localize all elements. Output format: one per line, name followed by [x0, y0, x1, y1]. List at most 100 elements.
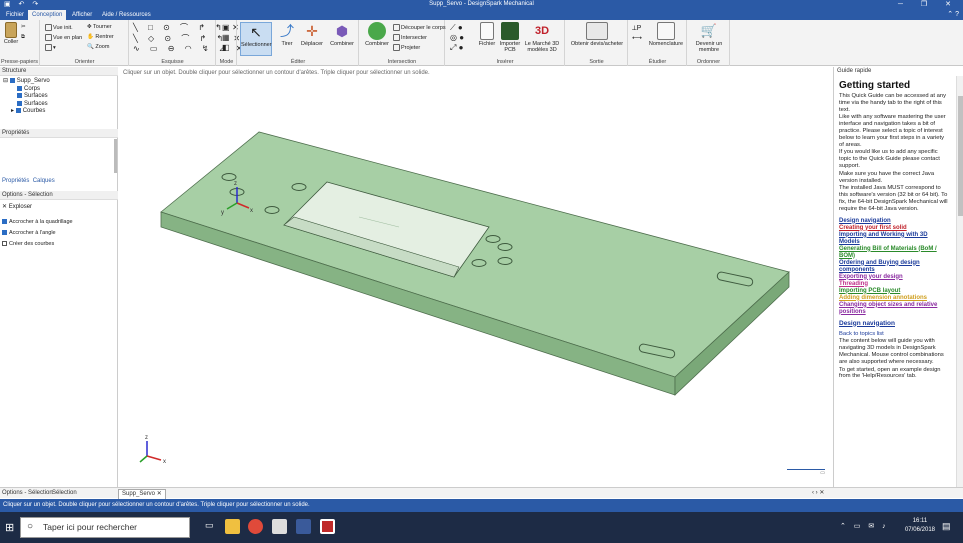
properties-tabs[interactable]: Propriétés Calques	[2, 178, 55, 184]
properties-scrollbar[interactable]	[114, 139, 117, 173]
cart-icon: 🛒	[700, 23, 718, 38]
axis-label-x: x	[250, 208, 253, 214]
insert-small-icons[interactable]: ⟋ ● ◎ ● ⤢ ●	[450, 23, 464, 53]
tree-root[interactable]: ⊟ Supp_Servo	[3, 78, 50, 86]
search-icon: ○	[27, 521, 34, 532]
bom-button[interactable]: Nomenclature	[647, 22, 685, 47]
scrollbar-thumb[interactable]	[958, 96, 963, 216]
option-snap-angle[interactable]: Accrocher à l'angle	[2, 228, 73, 239]
guide-link-dimensions[interactable]: Adding dimension annotations	[839, 295, 949, 302]
tree-item-corps[interactable]: Corps	[3, 85, 50, 94]
window-controls[interactable]: ─ ❐ ✕	[898, 0, 959, 9]
quick-guide-scrollbar[interactable]	[956, 76, 963, 487]
tab-conception[interactable]: Conception	[28, 10, 67, 20]
paste-button[interactable]: Coller	[2, 22, 20, 45]
status-bar: Cliquer sur un objet. Double cliquer pou…	[0, 499, 963, 512]
3d-icon: 3D	[534, 25, 550, 37]
copy-icon[interactable]: ⧉	[21, 34, 25, 41]
task-view-icon[interactable]: ▭	[205, 520, 214, 531]
guide-paragraph: If you would like us to add any specific…	[839, 149, 940, 169]
plan-view-button[interactable]: Vue en plan	[45, 34, 82, 41]
tab-aide-ressources[interactable]: Aide / Ressources	[98, 10, 155, 20]
tree-item-surfaces-2[interactable]: Surfaces	[3, 100, 50, 109]
quick-guide-content: Getting started This Quick Guide can be …	[839, 80, 949, 381]
left-panel: Structure ⊟ Supp_Servo Corps Surfaces Su…	[0, 67, 118, 487]
options-panel-header: Options - Sélection	[0, 191, 118, 200]
axis-label-z: z	[234, 181, 237, 187]
project-button[interactable]: Projeter	[393, 44, 420, 51]
system-tray-icons[interactable]: ⌃ ▭ ✉ ♪	[840, 522, 889, 530]
tab-afficher[interactable]: Afficher	[68, 10, 96, 20]
view-axis-label-z: z	[145, 435, 148, 441]
designspark-icon[interactable]	[320, 519, 335, 534]
combine-edit-button[interactable]: ⬢ Combiner	[327, 22, 357, 47]
guide-link-navigation[interactable]: Design navigation	[839, 218, 949, 225]
tree-item-courbes[interactable]: ▸ Courbes	[3, 108, 50, 116]
view-cube-button[interactable]: ▾	[45, 44, 56, 51]
panel-nav-icons[interactable]: ‹ › ✕	[812, 489, 824, 498]
zoom-button[interactable]: 🔍 Zoom	[87, 44, 109, 50]
chrome-icon[interactable]	[248, 519, 263, 534]
guide-link-ordering[interactable]: Ordering and Buying design components	[839, 260, 949, 274]
tab-selection[interactable]: Sélection	[52, 489, 77, 498]
taskbar-search-box[interactable]: ○ Taper ici pour rechercher	[20, 517, 190, 538]
notification-icon[interactable]: ▤	[942, 521, 951, 532]
options-list: Accrocher à la quadrillage Accrocher à l…	[2, 217, 73, 250]
combine-button[interactable]: Combiner	[363, 22, 391, 47]
3d-marketplace-button[interactable]: 3D Le Marché 3D modèles 3D	[522, 22, 562, 53]
pull-button[interactable]: ⤴ Tirer	[276, 22, 298, 47]
group-editer: ↖ Sélectionner ⤴ Tirer ✛ Déplacer ⬢ Comb…	[238, 20, 359, 66]
calculator-icon[interactable]	[272, 519, 287, 534]
intersect-button[interactable]: Intersecter	[393, 34, 427, 41]
model-canvas[interactable]: z x y z x	[119, 67, 832, 487]
help-icon[interactable]: ⌃ ?	[947, 9, 959, 20]
guide-link-exporting[interactable]: Exporting your design	[839, 274, 949, 281]
home-view-button[interactable]: Vue init.	[45, 24, 73, 31]
move-button[interactable]: ✛ Déplacer	[299, 22, 325, 47]
window-title: Supp_Servo - DesignSpark Mechanical	[429, 1, 534, 7]
option-create-curves[interactable]: Créer des courbes	[2, 239, 73, 250]
pull-icon: ⤴	[280, 23, 294, 39]
guide-link-sizes[interactable]: Changing object sizes and relative posit…	[839, 302, 949, 316]
group-presse-papiers: Coller ✂ ⧉ Presse-papiers	[0, 20, 40, 66]
guide-link-first-solid[interactable]: Creating your first solid	[839, 225, 949, 232]
select-button[interactable]: ↖ Sélectionner	[240, 22, 272, 56]
explode-option[interactable]: ✕ Exploser	[2, 203, 32, 210]
import-pcb-button[interactable]: Importer PCB	[499, 22, 521, 53]
cursor-icon: ↖	[250, 24, 262, 40]
file-explorer-icon[interactable]	[225, 519, 240, 534]
tab-fichier[interactable]: Fichier	[2, 10, 28, 20]
view-axis-label-x: x	[163, 459, 166, 465]
get-quote-button[interactable]: Obtenir devis/acheter	[569, 22, 625, 47]
become-member-button[interactable]: 🛒 Devenir un membre	[690, 22, 728, 53]
taskbar-clock[interactable]: 16:11 07/06/2018	[905, 517, 935, 535]
3d-viewport[interactable]: Cliquer sur un objet. Double cliquer pou…	[119, 67, 832, 487]
insert-file-button[interactable]: Fichier	[476, 22, 498, 47]
properties-panel-header: Propriétés	[0, 129, 118, 138]
windows-taskbar: ⊞ ○ Taper ici pour rechercher ▭ ⌃ ▭ ✉ ♪ …	[0, 512, 963, 543]
windows-start-icon[interactable]: ⊞	[5, 521, 14, 534]
group-sortie: Obtenir devis/acheter Sortie	[566, 20, 628, 66]
app-icon[interactable]	[296, 519, 311, 534]
cut-icon[interactable]: ✂	[21, 24, 26, 30]
servo-support-plate[interactable]	[160, 131, 790, 396]
guide-paragraph: To get started, open an example design f…	[839, 366, 941, 380]
guide-link-pcb[interactable]: Importing PCB layout	[839, 288, 949, 295]
structure-panel-header: Structure	[0, 67, 118, 76]
tree-item-surfaces-1[interactable]: Surfaces	[3, 93, 50, 101]
mode-icons[interactable]: ▣ ▦ ◧	[222, 23, 230, 53]
group-etudier: ⟂P ⟷ Nomenclature Étudier	[629, 20, 687, 66]
title-bar: ▣ ↶ ↷ Supp_Servo - DesignSpark Mechanica…	[0, 0, 963, 9]
measure-icons[interactable]: ⟂P ⟷	[632, 24, 642, 44]
list-icon	[657, 22, 675, 40]
guide-heading: Getting started	[839, 80, 911, 91]
option-snap-grid[interactable]: Accrocher à la quadrillage	[2, 217, 73, 228]
back-to-topics-link[interactable]: Back to topics list	[839, 331, 949, 338]
tab-options-selection[interactable]: Options - Sélection	[2, 489, 53, 498]
spin-button[interactable]: ✥ Tourner	[87, 24, 112, 30]
split-body-button[interactable]: Découper le corps	[393, 24, 446, 31]
pan-button[interactable]: ✋ Rentrer	[87, 34, 114, 40]
guide-link-threading[interactable]: Threading	[839, 281, 949, 288]
guide-link-bom[interactable]: Generating Bill of Materials (BoM / BOM)	[839, 246, 949, 260]
guide-link-3d-models[interactable]: Importing and Working with 3D Models	[839, 232, 949, 246]
